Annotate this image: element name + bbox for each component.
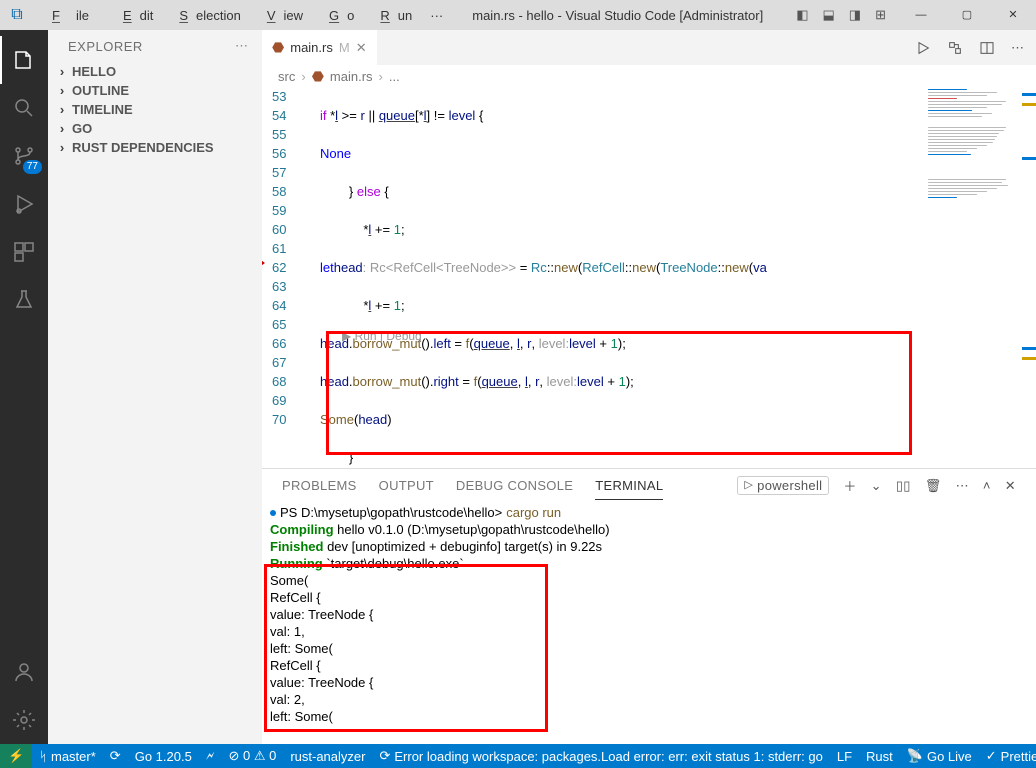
menu-more[interactable]: ··· — [422, 4, 451, 27]
run-file-icon[interactable] — [915, 40, 931, 56]
status-language-mode[interactable]: Rust — [859, 749, 900, 764]
tab-main-rs[interactable]: ⬣ main.rs M ✕ — [262, 30, 377, 65]
scm-badge: 77 — [23, 160, 42, 174]
menu-go[interactable]: Go — [313, 4, 362, 27]
search-icon — [12, 96, 36, 120]
status-bar: ⚡ ᛋ master* ⟳ Go 1.20.5 🗲 ⊘ 0 ⚠ 0 rust-a… — [0, 744, 1036, 768]
files-icon — [12, 48, 36, 72]
panel-tab-problems[interactable]: PROBLEMS — [282, 478, 357, 493]
sidebar-section-outline[interactable]: ›OUTLINE — [48, 81, 262, 100]
tab-label: main.rs — [290, 40, 333, 55]
code-body[interactable]: if *l >= r || queue[*l] != level { None … — [320, 87, 924, 468]
breadcrumb-main[interactable]: main.rs — [330, 69, 373, 84]
minimize-button[interactable]: — — [898, 0, 944, 30]
layout-controls: ◧ ⬓ ◨ ⊞ — [784, 7, 898, 23]
status-error-message[interactable]: ⟳ Error loading workspace: packages.Load… — [372, 748, 829, 764]
menu-bar: File Edit Selection View Go Run ··· — [34, 4, 451, 27]
code-lens-run-debug[interactable]: ▶ Run | Debug — [342, 327, 422, 346]
minimap[interactable] — [924, 87, 1022, 468]
toggle-panel-left-icon[interactable]: ◧ — [796, 7, 808, 23]
customize-layout-icon[interactable]: ⊞ — [875, 7, 886, 23]
menu-file[interactable]: File — [36, 4, 105, 27]
flask-icon — [12, 288, 36, 312]
panel-tab-terminal[interactable]: TERMINAL — [595, 478, 663, 500]
menu-view[interactable]: View — [251, 4, 311, 27]
sidebar-section-go[interactable]: ›GO — [48, 119, 262, 138]
status-thunder-icon[interactable]: 🗲 — [199, 748, 222, 764]
activity-extensions[interactable] — [0, 228, 48, 276]
activity-search[interactable] — [0, 84, 48, 132]
explorer-sidebar: EXPLORER ⋯ ›HELLO ›OUTLINE ›TIMELINE ›GO… — [48, 30, 262, 744]
terminal-body[interactable]: PS D:\mysetup\gopath\rustcode\hello> car… — [262, 502, 1036, 744]
panel-tab-output[interactable]: OUTPUT — [379, 478, 434, 493]
explorer-title: EXPLORER — [68, 39, 143, 54]
activity-accounts[interactable] — [0, 648, 48, 696]
activity-source-control[interactable]: 77 — [0, 132, 48, 180]
split-terminal-icon[interactable]: ▯▯ — [896, 478, 911, 494]
code-editor[interactable]: 535455565758596061626364656667686970 if … — [262, 87, 924, 468]
new-terminal-icon[interactable]: ＋ — [843, 476, 856, 495]
breadcrumb-src[interactable]: src — [278, 69, 295, 84]
menu-run[interactable]: Run — [364, 4, 420, 27]
maximize-button[interactable]: ▢ — [944, 0, 990, 30]
editor-toolbar: ⋯ — [903, 30, 1036, 65]
menu-edit[interactable]: Edit — [107, 4, 161, 27]
status-sync-icon[interactable]: ⟳ — [103, 748, 128, 764]
status-go-live[interactable]: 📡 Go Live — [900, 748, 979, 764]
tab-dirty-indicator: M — [339, 40, 350, 55]
vscode-logo-icon: ⧉ — [0, 6, 34, 24]
activity-explorer[interactable] — [0, 36, 48, 84]
terminal-profile[interactable]: ▷ powershell — [737, 476, 829, 495]
explorer-more-icon[interactable]: ⋯ — [235, 38, 248, 54]
close-window-button[interactable]: ✕ — [990, 0, 1036, 30]
sidebar-section-rust-deps[interactable]: ›RUST DEPENDENCIES — [48, 138, 262, 157]
line-gutter: 535455565758596061626364656667686970 — [262, 87, 312, 429]
terminal-status-dot-icon — [270, 510, 276, 516]
kill-terminal-icon[interactable]: 🗑 — [925, 478, 942, 494]
overview-ruler[interactable] — [1022, 87, 1036, 468]
panel-more-icon[interactable]: ⋯ — [956, 478, 969, 494]
close-tab-icon[interactable]: ✕ — [356, 40, 367, 56]
status-eol[interactable]: LF — [830, 749, 859, 764]
activity-debug[interactable] — [0, 180, 48, 228]
window-controls: — ▢ ✕ — [898, 0, 1036, 30]
activity-bar: 77 — [0, 30, 48, 744]
window-title: main.rs - hello - Visual Studio Code [Ad… — [451, 8, 784, 23]
remote-button[interactable]: ⚡ — [0, 744, 32, 768]
terminal-dropdown-icon[interactable]: ⌄ — [871, 478, 882, 494]
breadcrumb[interactable]: src › ⬣ main.rs › ... — [262, 65, 1036, 87]
status-go-version[interactable]: Go 1.20.5 — [128, 749, 199, 764]
status-branch[interactable]: ᛋ master* — [32, 749, 103, 764]
close-panel-icon[interactable]: ✕ — [1005, 478, 1016, 494]
status-errors-warnings[interactable]: ⊘ 0 ⚠ 0 — [221, 748, 283, 764]
menu-selection[interactable]: Selection — [163, 4, 248, 27]
gear-icon — [12, 708, 36, 732]
panel-tabs: PROBLEMS OUTPUT DEBUG CONSOLE TERMINAL ▷… — [262, 469, 1036, 502]
maximize-panel-icon[interactable]: ˄ — [983, 478, 991, 493]
panel-tab-debug-console[interactable]: DEBUG CONSOLE — [456, 478, 573, 493]
editor-tabs: ⬣ main.rs M ✕ ⋯ — [262, 30, 1036, 65]
rust-file-icon: ⬣ — [272, 39, 284, 56]
activity-settings[interactable] — [0, 696, 48, 744]
explorer-header: EXPLORER ⋯ — [48, 30, 262, 62]
run-debug-icon — [12, 192, 36, 216]
breakpoint-marker-icon[interactable] — [262, 258, 265, 268]
toggle-panel-bottom-icon[interactable]: ⬓ — [823, 7, 835, 23]
panel: PROBLEMS OUTPUT DEBUG CONSOLE TERMINAL ▷… — [262, 468, 1036, 744]
sidebar-section-timeline[interactable]: ›TIMELINE — [48, 100, 262, 119]
activity-testing[interactable] — [0, 276, 48, 324]
breadcrumb-ellipsis[interactable]: ... — [389, 69, 400, 84]
split-editor-icon[interactable] — [979, 40, 995, 56]
editor-more-icon[interactable]: ⋯ — [1011, 40, 1024, 56]
status-rust-analyzer[interactable]: rust-analyzer — [283, 749, 372, 764]
sidebar-section-hello[interactable]: ›HELLO — [48, 62, 262, 81]
debug-alt-icon[interactable] — [947, 40, 963, 56]
rust-file-icon: ⬣ — [312, 68, 324, 85]
title-bar: ⧉ File Edit Selection View Go Run ··· ma… — [0, 0, 1036, 30]
toggle-panel-right-icon[interactable]: ◨ — [849, 7, 861, 23]
status-prettier[interactable]: ✓ Prettier — [979, 748, 1036, 764]
extensions-icon — [12, 240, 36, 264]
account-icon — [12, 660, 36, 684]
